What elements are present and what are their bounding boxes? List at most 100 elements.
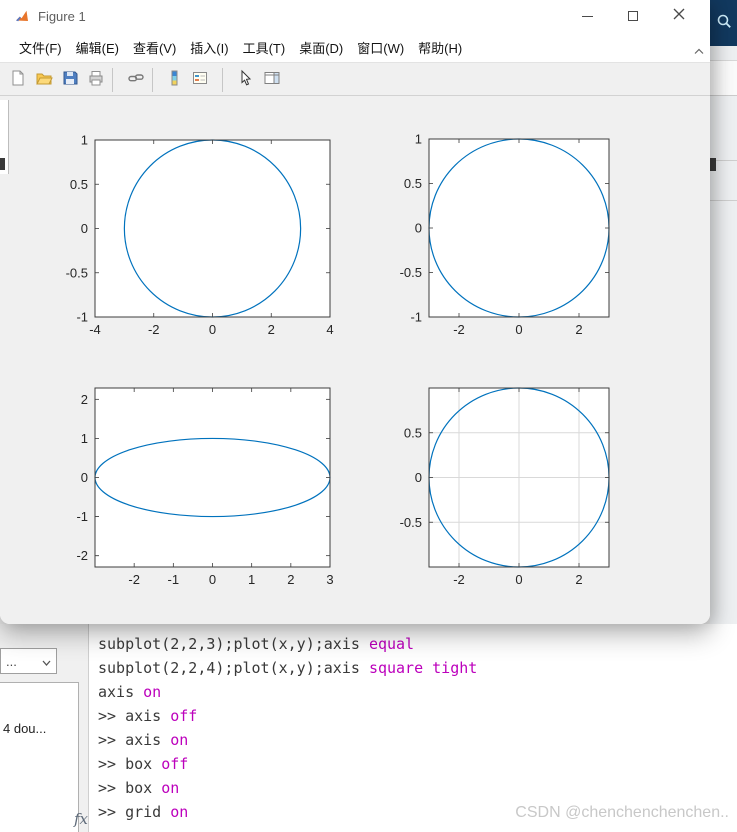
desktop-panel-edge: [710, 60, 737, 96]
panel-overflow-dropdown[interactable]: ...: [0, 648, 57, 674]
menu-item-6[interactable]: 窗口(W): [350, 34, 411, 61]
panel-divider: [710, 200, 737, 201]
open-folder-icon: [35, 69, 53, 92]
svg-text:-1: -1: [410, 310, 422, 325]
command-lines: subplot(2,2,3);plot(x,y);axis equal subpl…: [98, 632, 477, 824]
maximize-button[interactable]: [610, 0, 656, 32]
workspace-item[interactable]: 4 dou...: [3, 721, 46, 736]
window-controls: [564, 0, 702, 32]
svg-text:-2: -2: [453, 322, 465, 337]
menu-item-0[interactable]: 文件(F): [12, 34, 69, 61]
svg-text:-2: -2: [148, 322, 160, 337]
command-line: >> box off: [98, 755, 189, 773]
svg-text:-4: -4: [89, 322, 101, 337]
insert-legend-button[interactable]: [188, 68, 212, 92]
desktop-bottom: subplot(2,2,3);plot(x,y);axis equal subpl…: [0, 624, 737, 832]
svg-text:4: 4: [326, 322, 333, 337]
command-line: axis on: [98, 683, 162, 701]
svg-text:0: 0: [81, 221, 88, 236]
svg-text:2: 2: [81, 392, 88, 407]
menu-item-3[interactable]: 插入(I): [183, 34, 235, 61]
svg-text:-0.5: -0.5: [66, 265, 88, 280]
svg-text:-0.5: -0.5: [400, 515, 422, 530]
svg-text:0: 0: [415, 470, 422, 485]
svg-text:0: 0: [81, 470, 88, 485]
overflow-label: ...: [6, 653, 17, 669]
toolbar-separator: [152, 68, 153, 92]
search-icon[interactable]: [715, 12, 733, 35]
command-line: >> box on: [98, 779, 180, 797]
svg-text:1: 1: [81, 431, 88, 446]
svg-text:-1: -1: [76, 509, 88, 524]
minimize-button[interactable]: [564, 0, 610, 32]
svg-text:-2: -2: [76, 548, 88, 563]
new-figure-icon: [9, 69, 27, 92]
menu-collapse-icon[interactable]: [694, 42, 704, 60]
command-line: subplot(2,2,4);plot(x,y);axis square tig…: [98, 659, 478, 677]
svg-text:-0.5: -0.5: [400, 265, 422, 280]
figure-toolbar: [0, 62, 710, 96]
svg-text:0: 0: [515, 322, 522, 337]
open-file-button[interactable]: [32, 68, 56, 92]
svg-text:3: 3: [326, 572, 333, 587]
svg-text:1: 1: [248, 572, 255, 587]
background-window-mark: [0, 158, 5, 170]
matlab-logo-icon: [14, 8, 30, 24]
close-button[interactable]: [656, 0, 702, 32]
window-title: Figure 1: [38, 8, 86, 24]
svg-text:2: 2: [575, 322, 582, 337]
save-floppy-icon: [61, 69, 79, 92]
edit-plot-button[interactable]: [234, 68, 258, 92]
svg-text:0.5: 0.5: [404, 176, 422, 191]
command-line: >> grid on: [98, 803, 189, 821]
command-line: >> axis on: [98, 731, 189, 749]
minimize-icon: [581, 15, 593, 17]
figure-canvas-svg: -4 -2 0 2 4 -1 -0.5 0 0.5 1 -2 0 2 -1 -0.5 0 0.5 1 -2 -1 0 1 2…: [66, 132, 610, 587]
cursor-arrow-icon: [237, 69, 255, 92]
fx-indicator: fx: [74, 810, 89, 828]
link-plot-icon: [127, 69, 145, 92]
svg-text:1: 1: [415, 132, 422, 147]
link-plot-button[interactable]: [124, 68, 148, 92]
title-bar[interactable]: Figure 1: [0, 0, 710, 32]
svg-text:0: 0: [515, 572, 522, 587]
insert-colorbar-button[interactable]: [162, 68, 186, 92]
save-figure-button[interactable]: [58, 68, 82, 92]
command-window[interactable]: subplot(2,2,3);plot(x,y);axis equal subpl…: [88, 624, 737, 832]
figure-window: Figure 1 文件(F) 编辑(E) 查看(V) 插入(I) 工具(T) 桌面(D) 窗…: [0, 0, 710, 624]
menu-item-2[interactable]: 查看(V): [126, 34, 183, 61]
menu-item-1[interactable]: 编辑(E): [69, 34, 126, 61]
close-icon: [673, 7, 685, 25]
print-figure-button[interactable]: [84, 68, 108, 92]
svg-text:0.5: 0.5: [70, 177, 88, 192]
command-line: subplot(2,2,3);plot(x,y);axis equal: [98, 635, 415, 653]
menu-item-4[interactable]: 工具(T): [236, 34, 293, 61]
toolbar-separator: [112, 68, 113, 92]
plot-tools-button[interactable]: [260, 68, 284, 92]
printer-icon: [87, 69, 105, 92]
toolstrip-search-area: [710, 0, 737, 46]
chevron-down-icon: [42, 654, 51, 669]
svg-text:0: 0: [209, 322, 216, 337]
maximize-icon: [628, 11, 638, 21]
workspace-panel: 4 dou...: [0, 682, 79, 832]
svg-text:2: 2: [575, 572, 582, 587]
svg-text:-1: -1: [168, 572, 180, 587]
panel-tab-mark: [710, 158, 716, 171]
svg-text:2: 2: [287, 572, 294, 587]
svg-text:0: 0: [209, 572, 216, 587]
svg-text:1: 1: [81, 133, 88, 148]
figure-canvas: -4 -2 0 2 4 -1 -0.5 0 0.5 1 -2 0 2 -1 -0.5 0 0.5 1 -2 -1 0 1 2…: [0, 96, 710, 624]
svg-text:-2: -2: [453, 572, 465, 587]
toolbar-separator: [222, 68, 223, 92]
watermark: CSDN @chenchenchenchen..: [515, 804, 729, 821]
menu-item-7[interactable]: 帮助(H): [411, 34, 469, 61]
background-window-edge: [0, 100, 9, 174]
menu-item-5[interactable]: 桌面(D): [292, 34, 350, 61]
svg-text:0.5: 0.5: [404, 425, 422, 440]
menu-bar: 文件(F) 编辑(E) 查看(V) 插入(I) 工具(T) 桌面(D) 窗口(W) 帮助(H): [0, 32, 710, 62]
svg-text:2: 2: [268, 322, 275, 337]
new-figure-button[interactable]: [6, 68, 30, 92]
svg-text:0: 0: [415, 221, 422, 236]
plot-tools-icon: [263, 69, 281, 92]
